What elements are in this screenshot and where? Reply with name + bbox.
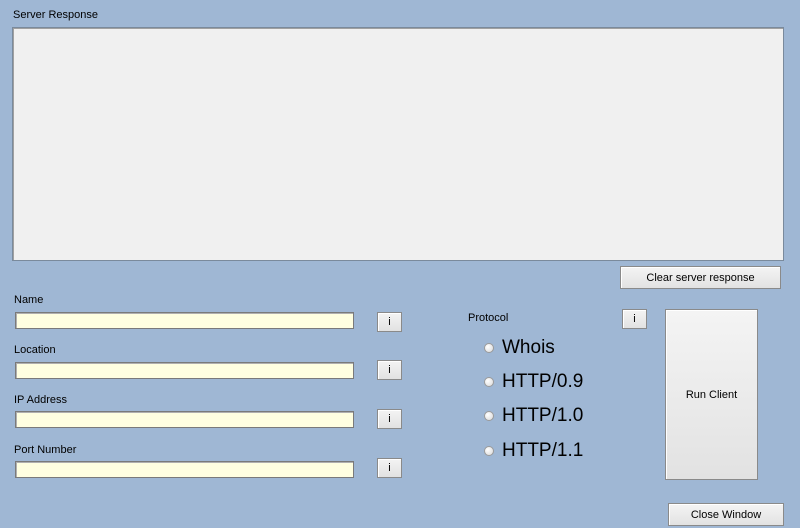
- radio-http-1-0-label: HTTP/1.0: [502, 405, 584, 426]
- radio-http-0-9-label: HTTP/0.9: [502, 371, 584, 392]
- ip-address-info-button[interactable]: i: [377, 409, 402, 429]
- location-info-button[interactable]: i: [377, 360, 402, 380]
- radio-whois-label: Whois: [502, 337, 555, 358]
- port-number-label: Port Number: [14, 444, 77, 456]
- port-number-field[interactable]: [15, 461, 354, 478]
- protocol-info-button[interactable]: i: [622, 309, 647, 329]
- radio-http-1-1-indicator[interactable]: [484, 446, 494, 456]
- radio-whois[interactable]: Whois: [484, 337, 555, 359]
- protocol-label: Protocol: [468, 312, 509, 324]
- port-number-info-button[interactable]: i: [377, 458, 402, 478]
- location-label: Location: [14, 344, 56, 356]
- radio-http-1-0[interactable]: HTTP/1.0: [484, 405, 583, 427]
- radio-http-0-9-indicator[interactable]: [484, 377, 494, 387]
- radio-whois-indicator[interactable]: [484, 343, 494, 353]
- radio-http-1-0-indicator[interactable]: [484, 411, 494, 421]
- close-window-button[interactable]: Close Window: [668, 503, 784, 526]
- ip-address-field[interactable]: [15, 411, 354, 428]
- location-field[interactable]: [15, 362, 354, 379]
- name-info-button[interactable]: i: [377, 312, 402, 332]
- ip-address-label: IP Address: [14, 394, 67, 406]
- radio-http-0-9[interactable]: HTTP/0.9: [484, 371, 583, 393]
- clear-server-response-button[interactable]: Clear server response: [620, 266, 781, 289]
- radio-http-1-1-label: HTTP/1.1: [502, 440, 584, 461]
- server-response-label: Server Response: [13, 9, 98, 21]
- name-field[interactable]: [15, 312, 354, 329]
- server-response-textarea[interactable]: [12, 27, 784, 261]
- run-client-button[interactable]: Run Client: [665, 309, 758, 480]
- radio-http-1-1[interactable]: HTTP/1.1: [484, 440, 583, 462]
- name-label: Name: [14, 294, 44, 306]
